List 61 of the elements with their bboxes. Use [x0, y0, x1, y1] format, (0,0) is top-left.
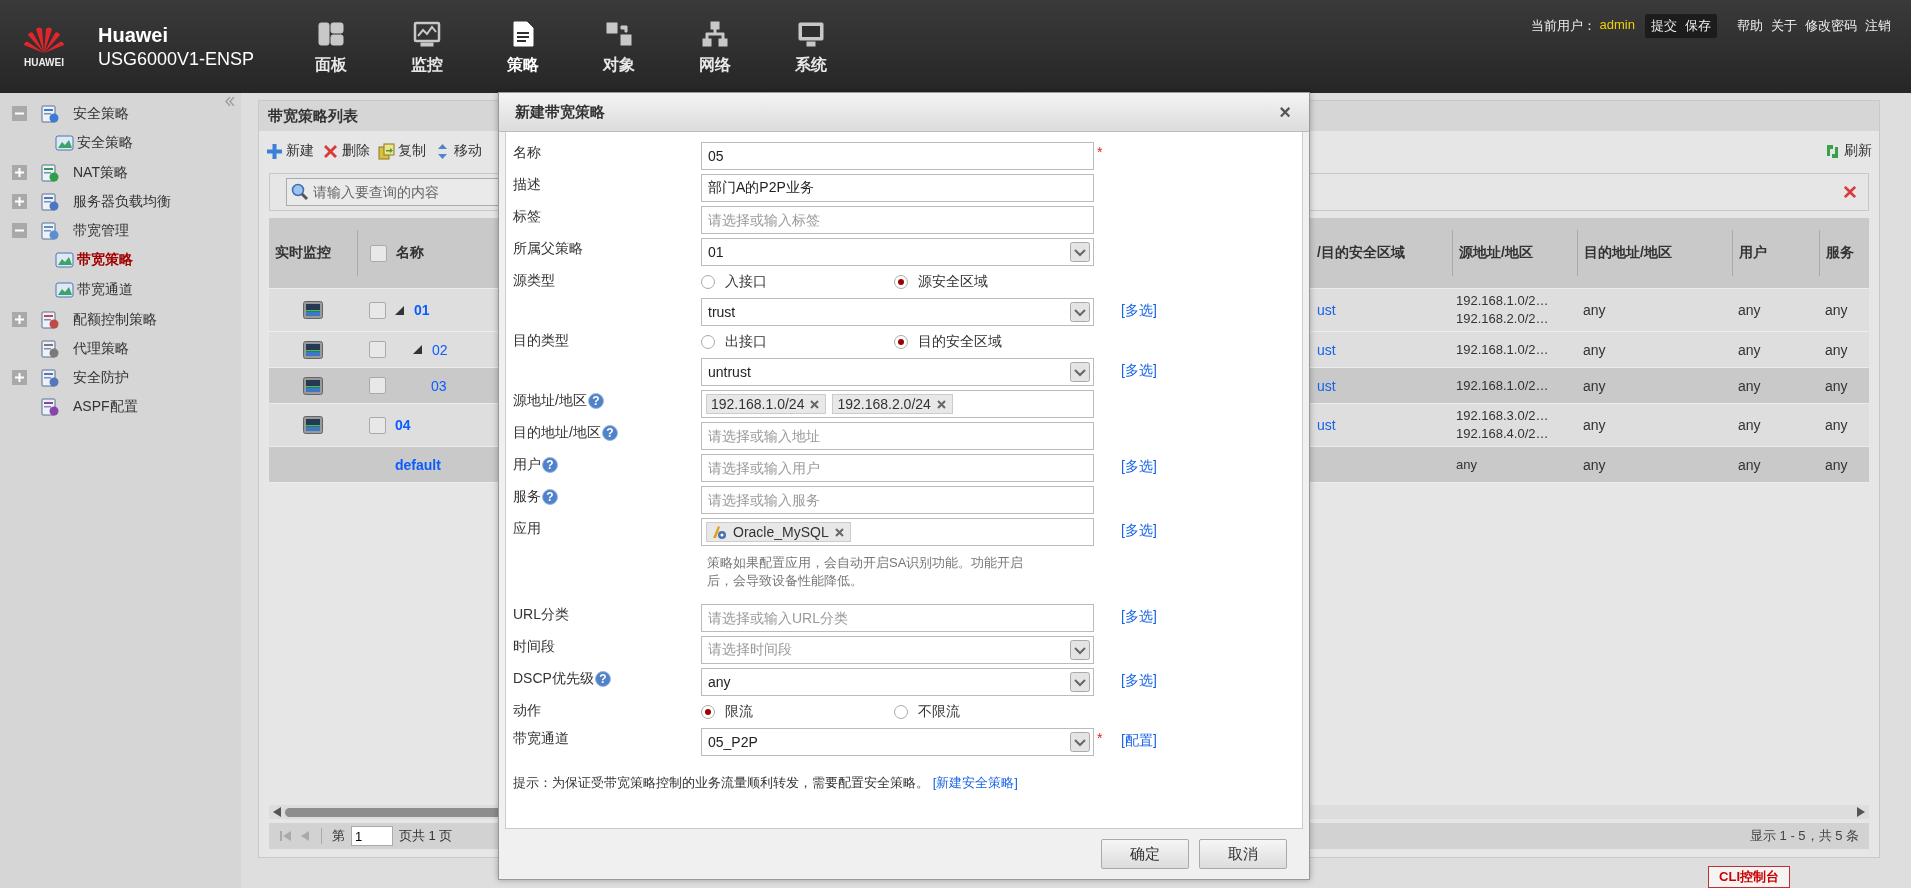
- field-label: 时间段: [513, 638, 555, 656]
- table-cell: any: [1825, 377, 1848, 394]
- dialog-title: 新建带宽策略: [515, 102, 605, 122]
- field-label: 名称: [513, 144, 541, 162]
- tag-chip: 192.168.1.0/24: [706, 394, 827, 414]
- field-label: 目的地址/地区: [513, 424, 601, 442]
- table-cell: any: [1825, 417, 1848, 433]
- required-mark: *: [1096, 144, 1103, 160]
- table-cell: any: [1583, 341, 1606, 358]
- field-label: 所属父策略: [513, 240, 583, 258]
- field-label: 源地址/地区: [513, 392, 587, 410]
- brand-name: Huawei: [98, 22, 170, 47]
- table-cell: 192.168.1.0/2…: [1456, 376, 1549, 395]
- table-cell: 192.168.2.0/2…: [1456, 310, 1549, 328]
- table-cell: any: [1583, 302, 1606, 318]
- field-label: 标签: [513, 208, 541, 226]
- table-cell: any: [1825, 302, 1848, 318]
- device-model: USG6000V1-ENSP: [98, 47, 256, 71]
- column-header: 用户: [1739, 244, 1767, 262]
- field-label: URL分类: [513, 606, 569, 624]
- table-cell: 192.168.1.0/2…: [1456, 340, 1549, 359]
- pager-text: 页共 1 页: [399, 827, 453, 845]
- table-cell: any: [1456, 455, 1477, 474]
- user-label: 当前用户：: [1530, 17, 1596, 35]
- table-cell: 192.168.4.0/2…: [1456, 425, 1549, 443]
- field-label: 描述: [513, 176, 541, 194]
- table-cell: any: [1583, 377, 1606, 394]
- field-label: 服务: [513, 488, 541, 506]
- pager-text: 第: [332, 827, 345, 845]
- table-cell: any: [1583, 417, 1606, 433]
- field-label: 动作: [513, 702, 541, 720]
- hint-text: 提示：为保证受带宽策略控制的业务流量顺利转发，需要配置安全策略。 [新建安全策略]: [513, 774, 1019, 792]
- table-cell: any: [1738, 456, 1761, 473]
- table-cell: any: [1825, 341, 1848, 358]
- column-header: 源地址/地区: [1459, 244, 1533, 262]
- table-cell: any: [1583, 456, 1606, 473]
- table-cell: any: [1738, 302, 1761, 318]
- note-text: 策略如果配置应用，会自动开启SA识别功能。功能开启后，会导致设备性能降低。: [706, 554, 1025, 590]
- field-label: 目的类型: [513, 332, 569, 350]
- table-cell: any: [1738, 377, 1761, 394]
- table-cell: any: [1825, 456, 1848, 473]
- table-cell: 192.168.1.0/2…: [1456, 292, 1549, 310]
- logo-text: HUAWEI: [24, 57, 64, 68]
- column-header: 目的地址/地区: [1584, 244, 1672, 262]
- table-cell: any: [1738, 417, 1761, 433]
- column-header: 服务: [1826, 244, 1854, 262]
- pager-summary: 显示 1 - 5，共 5 条: [1749, 827, 1859, 845]
- tag-chip: Oracle_MySQL: [706, 522, 851, 542]
- field-label: 用户: [513, 456, 541, 474]
- table-cell: any: [1738, 341, 1761, 358]
- tag-chip: 192.168.2.0/24: [832, 394, 953, 414]
- required-mark: *: [1096, 730, 1103, 746]
- field-label: 源类型: [513, 272, 555, 290]
- field-label: 带宽通道: [513, 730, 569, 748]
- user-name: admin: [1599, 16, 1635, 32]
- column-header: 实时监控: [275, 244, 331, 262]
- column-header: /目的安全区域: [1317, 244, 1405, 262]
- column-header: 名称: [396, 244, 424, 262]
- field-label: 应用: [513, 520, 541, 538]
- field-label: DSCP优先级: [513, 670, 594, 688]
- table-cell: 192.168.3.0/2…: [1456, 407, 1549, 425]
